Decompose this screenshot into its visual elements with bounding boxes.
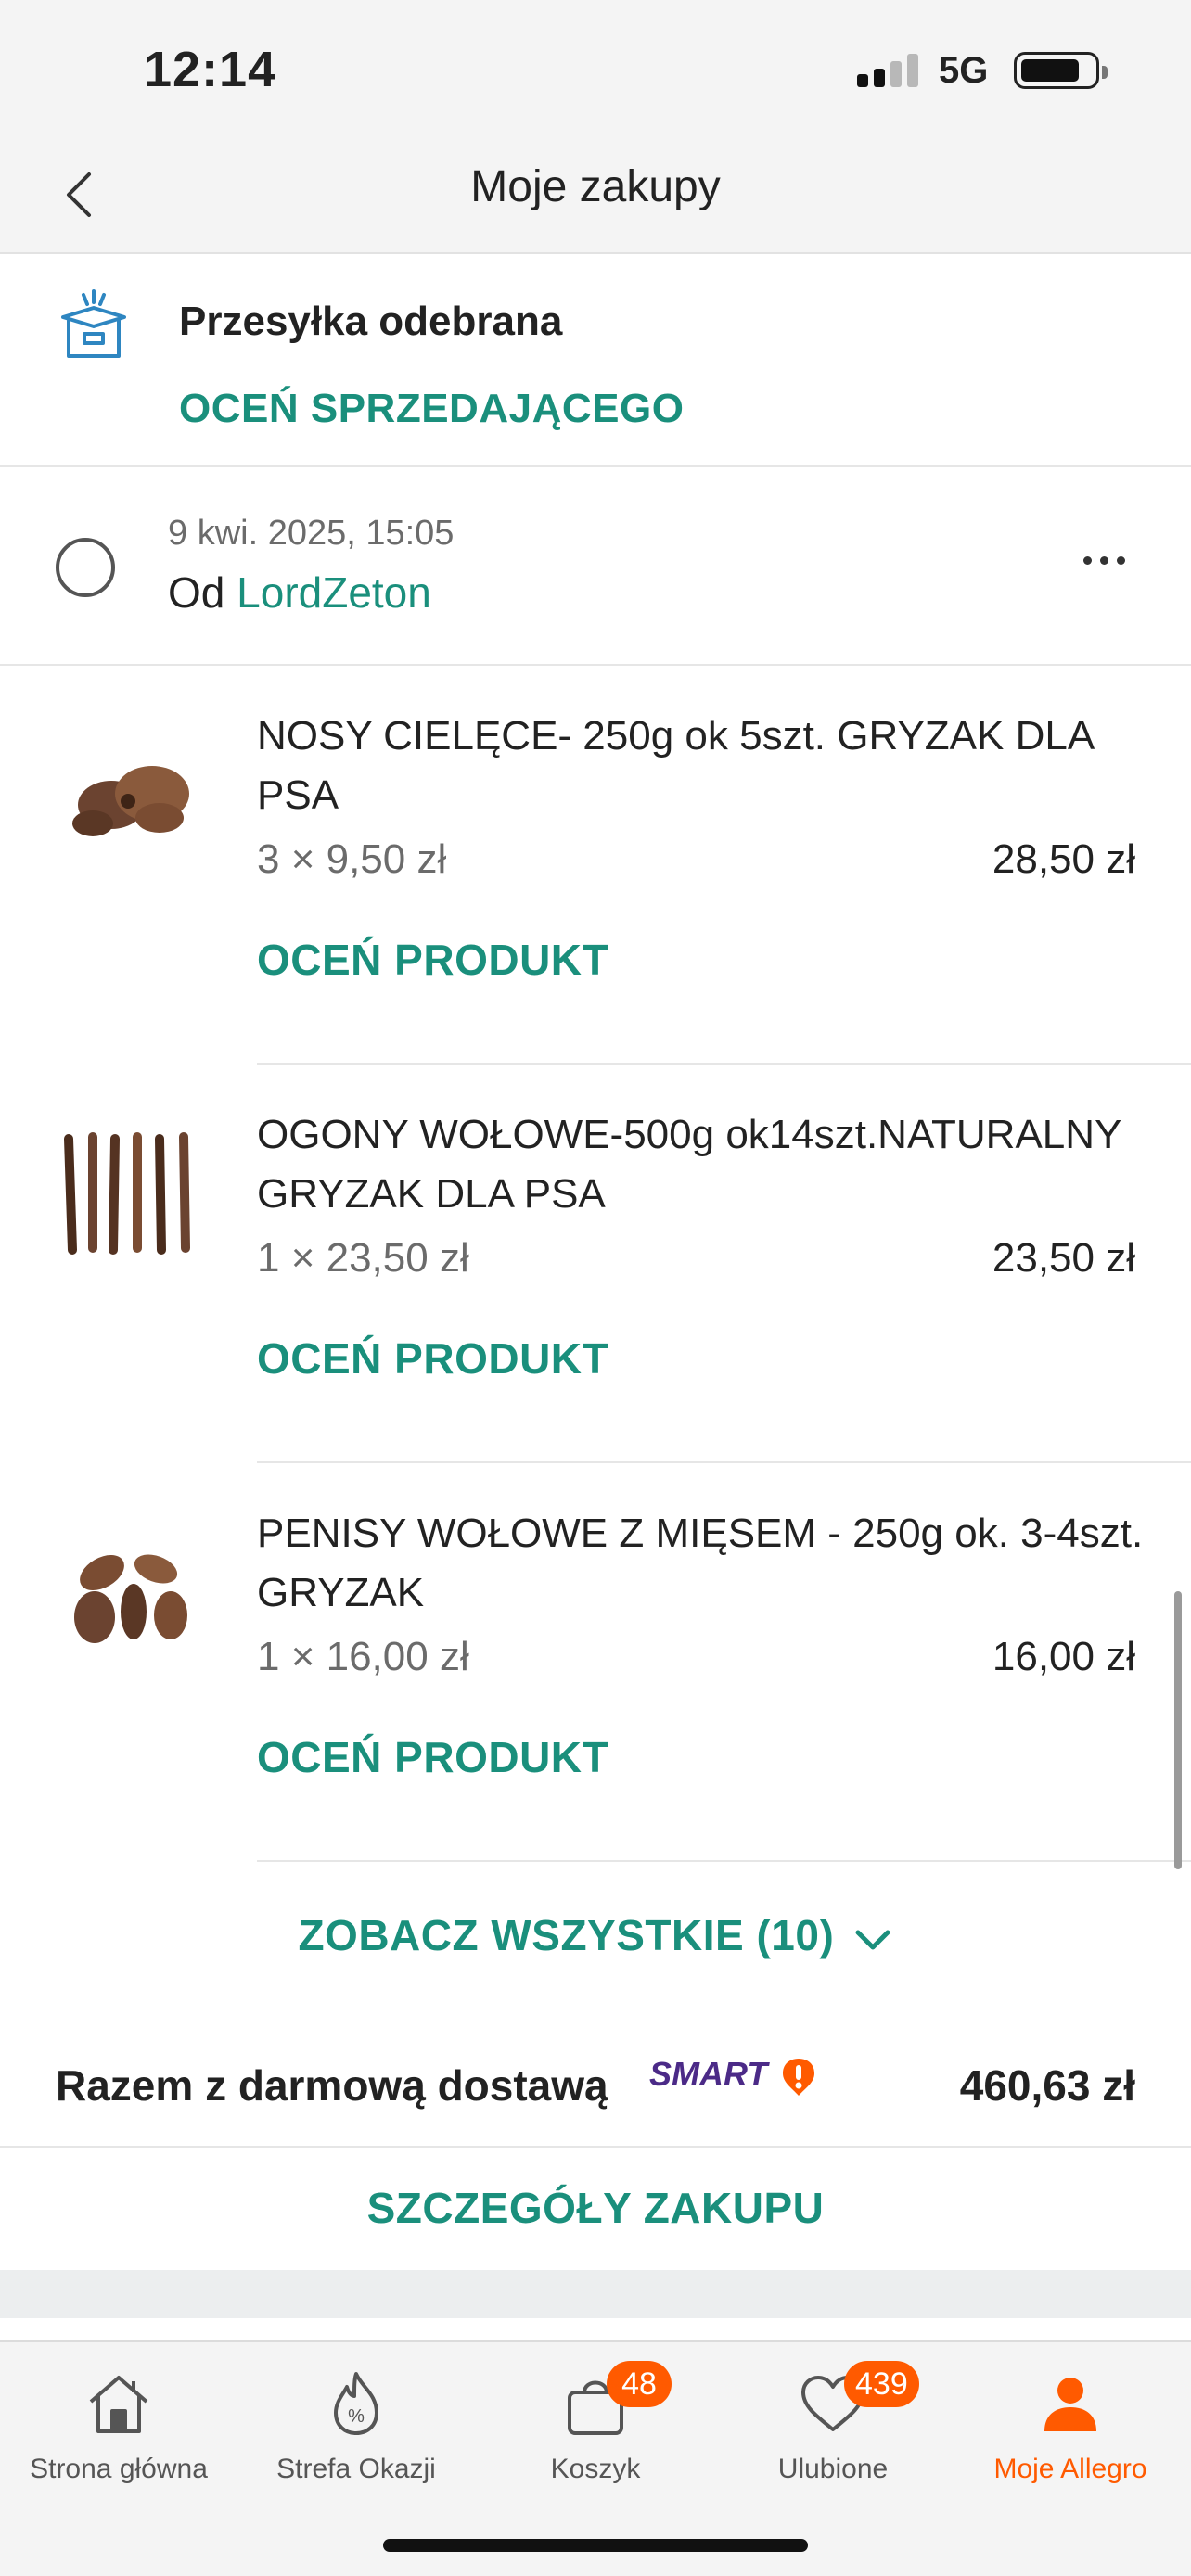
status-bar: 12:14 5G <box>0 0 1191 139</box>
network-type: 5G <box>939 50 989 91</box>
see-all-button[interactable]: ZOBACZ WSZYSTKIE (10) <box>0 1910 1191 1960</box>
tab-label: Ulubione <box>777 2454 889 2484</box>
tab-deals[interactable]: % Strefa Okazji <box>237 2366 475 2485</box>
tab-label: Strona główna <box>30 2454 208 2484</box>
smart-badge: SMART <box>649 2055 768 2093</box>
home-indicator[interactable] <box>383 2539 808 2552</box>
summary-amount: 460,63 zł <box>959 2061 1135 2110</box>
favorites-count-badge: 439 <box>844 2361 919 2407</box>
rate-product-button[interactable]: OCEŃ PRODUKT <box>257 1732 608 1782</box>
product-name[interactable]: NOSY CIELĘCE- 250g ok 5szt. GRYZAK DLA P… <box>257 707 1147 825</box>
seller-line: Od LordZeton <box>168 567 431 618</box>
product-name[interactable]: OGONY WOŁOWE-500g ok14szt.NATURALNY GRYZ… <box>257 1105 1147 1224</box>
page-title: Moje zakupy <box>470 162 721 211</box>
order-date: 9 kwi. 2025, 15:05 <box>168 514 455 553</box>
tab-cart[interactable]: 48 Koszyk <box>477 2361 714 2485</box>
order-select-radio[interactable] <box>56 538 115 597</box>
more-options-icon[interactable] <box>1083 556 1135 582</box>
product-quantity-price: 1 × 16,00 zł <box>257 1634 469 1679</box>
product-total: 16,00 zł <box>992 1634 1135 1679</box>
product-quantity-price: 3 × 9,50 zł <box>257 836 447 882</box>
product-total: 23,50 zł <box>992 1235 1135 1281</box>
rate-product-button[interactable]: OCEŃ PRODUKT <box>257 935 608 985</box>
product-item[interactable]: OGONY WOŁOWE-500g ok14szt.NATURALNY GRYZ… <box>0 1065 1191 1463</box>
svg-text:%: % <box>348 2406 365 2427</box>
tab-label: Strefa Okazji <box>276 2454 436 2484</box>
shipment-status-title: Przesyłka odebrana <box>179 299 563 344</box>
product-name[interactable]: PENISY WOŁOWE Z MIĘSEM - 250g ok. 3-4szt… <box>257 1504 1147 1623</box>
scrollbar[interactable] <box>1174 1591 1182 1869</box>
status-time: 12:14 <box>144 42 277 97</box>
divider <box>257 1860 1191 1862</box>
chevron-down-icon <box>855 1930 890 1950</box>
tab-home[interactable]: Strona główna <box>0 2366 237 2485</box>
tab-my-allegro[interactable]: Moje Allegro <box>952 2366 1189 2485</box>
nav-header: Moje zakupy <box>0 139 1191 254</box>
smart-exclamation-icon <box>783 2059 814 2096</box>
summary-label: Razem z darmową dostawą <box>56 2061 608 2110</box>
deals-flame-icon: % <box>334 2372 378 2435</box>
product-image <box>64 1132 190 1255</box>
product-total: 28,50 zł <box>992 836 1135 882</box>
seller-prefix: Od <box>168 568 225 617</box>
home-icon <box>89 2376 148 2433</box>
product-quantity-price: 1 × 23,50 zł <box>257 1235 469 1281</box>
tab-label: Moje Allegro <box>993 2454 1147 2484</box>
user-icon <box>1044 2378 1096 2431</box>
purchase-details-button[interactable]: SZCZEGÓŁY ZAKUPU <box>0 2148 1191 2270</box>
rate-product-button[interactable]: OCEŃ PRODUKT <box>257 1333 608 1384</box>
tab-favorites[interactable]: 439 Ulubione <box>714 2361 952 2485</box>
product-item[interactable]: NOSY CIELĘCE- 250g ok 5szt. GRYZAK DLA P… <box>0 666 1191 1065</box>
seller-name-link[interactable]: LordZeton <box>237 568 431 617</box>
shipment-status: Przesyłka odebrana OCEŃ SPRZEDAJĄCEGO <box>0 254 1191 467</box>
product-image <box>74 1554 187 1643</box>
cart-count-badge: 48 <box>607 2361 672 2407</box>
tab-label: Koszyk <box>550 2454 641 2484</box>
see-all-label: ZOBACZ WSZYSTKIE (10) <box>298 1911 835 1959</box>
section-separator <box>0 2270 1191 2318</box>
battery-icon <box>1014 52 1108 89</box>
order-header: 9 kwi. 2025, 15:05 Od LordZeton <box>0 467 1191 666</box>
order-summary: Razem z darmową dostawą SMART 460,63 zł <box>0 2040 1191 2148</box>
product-image <box>72 766 189 836</box>
product-item[interactable]: PENISY WOŁOWE Z MIĘSEM - 250g ok. 3-4szt… <box>0 1463 1191 1862</box>
signal-icon <box>857 54 920 87</box>
rate-seller-button[interactable]: OCEŃ SPRZEDAJĄCEGO <box>179 386 684 432</box>
open-box-icon <box>61 289 126 358</box>
